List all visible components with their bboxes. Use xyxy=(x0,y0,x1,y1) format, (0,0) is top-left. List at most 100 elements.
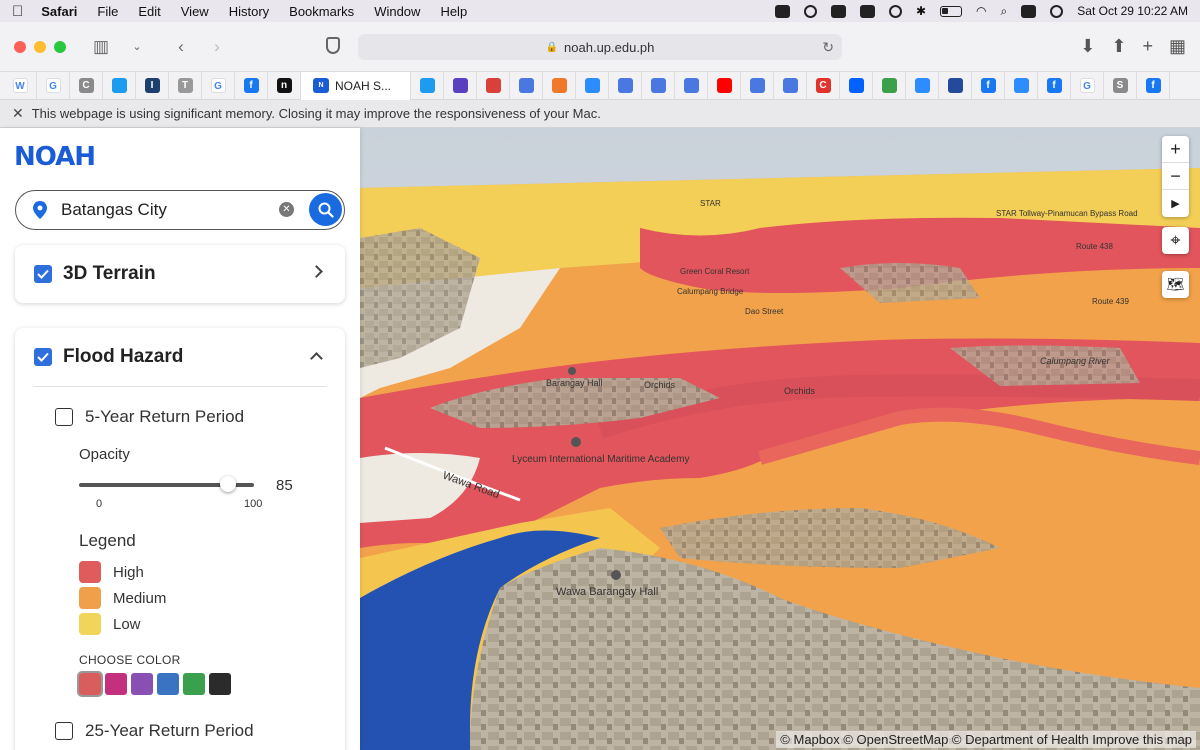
new-tab-icon[interactable]: + xyxy=(1142,36,1153,57)
spotlight-icon[interactable]: ⌕ xyxy=(1001,4,1008,19)
bookmark-docs[interactable] xyxy=(741,71,774,100)
camera-icon[interactable] xyxy=(774,4,790,18)
color-option-black[interactable] xyxy=(209,673,231,695)
tab-noah[interactable]: N NOAH S... xyxy=(301,71,411,100)
privacy-shield-icon[interactable] xyxy=(326,37,340,54)
flood-hazard-header[interactable]: Flood Hazard xyxy=(15,328,345,386)
opacity-slider-thumb[interactable] xyxy=(219,476,236,492)
reload-icon[interactable]: ↻ xyxy=(822,39,834,56)
color-option-purple[interactable] xyxy=(131,673,153,695)
bookmark-site-red[interactable] xyxy=(477,71,510,100)
bookmark-facebook[interactable]: f xyxy=(1038,71,1071,100)
bookmark-facebook[interactable]: f xyxy=(1137,71,1170,100)
bookmark-docs[interactable] xyxy=(609,71,642,100)
share-icon[interactable]: ⬆ xyxy=(1111,36,1126,57)
color-option-red[interactable] xyxy=(77,671,103,697)
bookmark-inq[interactable] xyxy=(939,71,972,100)
return-period-25[interactable]: 25-Year Return Period xyxy=(55,721,254,741)
clear-search-icon[interactable]: ✕ xyxy=(279,202,294,217)
bookmark-youtube[interactable] xyxy=(708,71,741,100)
battery-icon[interactable] xyxy=(940,5,963,17)
barangay-hall-icon[interactable] xyxy=(568,367,576,375)
map-layers-icon[interactable]: 🗺 xyxy=(1162,271,1189,298)
zoom-window-icon[interactable] xyxy=(54,40,66,53)
bookmark-site-s[interactable]: S xyxy=(1104,71,1137,100)
menu-help[interactable]: Help xyxy=(440,4,467,19)
bookmark-wikipedia[interactable]: W xyxy=(4,71,37,100)
apple-icon[interactable]:  xyxy=(12,3,23,20)
bookmark-facebook[interactable]: f xyxy=(972,71,1005,100)
search-input[interactable] xyxy=(61,200,261,220)
bookmark-twitter[interactable] xyxy=(103,71,136,100)
clock[interactable]: Sat Oct 29 10:22 AM xyxy=(1077,4,1188,18)
opacity-slider[interactable] xyxy=(79,476,254,492)
tab-overview-icon[interactable]: ▦ xyxy=(1169,36,1186,57)
compass-button[interactable]: ▶ xyxy=(1162,190,1189,217)
bookmark-docs[interactable] xyxy=(774,71,807,100)
bookmark-google[interactable]: G xyxy=(37,71,70,100)
menu-bookmarks[interactable]: Bookmarks xyxy=(289,4,354,19)
color-option-blue[interactable] xyxy=(157,673,179,695)
menu-history[interactable]: History xyxy=(229,4,269,19)
bookmark-twitter[interactable] xyxy=(411,71,444,100)
close-window-icon[interactable] xyxy=(14,40,26,53)
sidebar-toggle-icon[interactable]: ▥ xyxy=(88,36,114,58)
noah-logo[interactable]: NOAH xyxy=(14,142,96,172)
bookmark-zoom[interactable] xyxy=(576,71,609,100)
bookmark-docs[interactable] xyxy=(675,71,708,100)
bookmark-mail[interactable] xyxy=(444,71,477,100)
bookmark-site-dark[interactable]: n xyxy=(268,71,301,100)
bookmark-site-i[interactable]: I xyxy=(136,71,169,100)
terrain-header[interactable]: 3D Terrain xyxy=(15,245,345,303)
forward-icon[interactable]: › xyxy=(204,36,230,58)
siri-icon[interactable] xyxy=(1050,4,1064,18)
control-center-icon[interactable] xyxy=(1021,4,1037,18)
play-icon[interactable] xyxy=(888,4,902,18)
geolocate-icon[interactable]: ⌖ xyxy=(1162,227,1189,254)
bookmark-site-c-red[interactable]: C xyxy=(807,71,840,100)
url-text[interactable]: noah.up.edu.ph xyxy=(564,40,654,55)
menu-file[interactable]: File xyxy=(97,4,118,19)
bookmark-google[interactable]: G xyxy=(1071,71,1104,100)
wifi-icon[interactable]: ◠ xyxy=(976,4,986,18)
back-icon[interactable]: ‹ xyxy=(168,36,194,58)
bookmark-site-orange[interactable] xyxy=(543,71,576,100)
bookmark-site-c[interactable]: C xyxy=(70,71,103,100)
menu-app[interactable]: Safari xyxy=(41,4,77,19)
menu-window[interactable]: Window xyxy=(374,4,420,19)
bookmark-dropbox[interactable] xyxy=(840,71,873,100)
address-bar[interactable]: 🔒 noah.up.edu.ph ↻ xyxy=(358,34,842,60)
dropbox-icon[interactable] xyxy=(859,4,875,18)
terrain-checkbox[interactable] xyxy=(34,265,52,283)
color-option-magenta[interactable] xyxy=(105,673,127,695)
menu-view[interactable]: View xyxy=(181,4,209,19)
bookmark-recycle[interactable] xyxy=(873,71,906,100)
app-icon[interactable] xyxy=(830,4,846,18)
return-period-5[interactable]: 5-Year Return Period xyxy=(55,407,244,427)
messenger-icon[interactable] xyxy=(803,4,817,18)
bookmark-site-t[interactable]: T xyxy=(169,71,202,100)
menu-edit[interactable]: Edit xyxy=(138,4,160,19)
school-icon[interactable] xyxy=(571,437,581,447)
minimize-window-icon[interactable] xyxy=(34,40,46,53)
close-icon[interactable]: ✕ xyxy=(12,105,24,122)
bluetooth-icon[interactable]: ✱ xyxy=(916,4,926,18)
chevron-right-icon[interactable] xyxy=(310,265,323,278)
search-button[interactable] xyxy=(309,193,342,226)
chevron-up-icon[interactable] xyxy=(310,352,323,365)
zoom-in-button[interactable]: + xyxy=(1162,136,1189,163)
bookmark-docs[interactable] xyxy=(642,71,675,100)
bookmark-google[interactable]: G xyxy=(202,71,235,100)
flood-hazard-checkbox[interactable] xyxy=(34,348,52,366)
zoom-out-button[interactable]: − xyxy=(1162,163,1189,190)
downloads-icon[interactable]: ⬇ xyxy=(1080,36,1095,57)
bookmark-zoom[interactable] xyxy=(906,71,939,100)
bookmark-docs[interactable] xyxy=(510,71,543,100)
chevron-down-icon[interactable]: ⌄ xyxy=(124,36,150,58)
return-period-25-checkbox[interactable] xyxy=(55,722,73,740)
town-hall-icon[interactable] xyxy=(611,570,621,580)
bookmark-zoom[interactable] xyxy=(1005,71,1038,100)
color-option-green[interactable] xyxy=(183,673,205,695)
return-period-5-checkbox[interactable] xyxy=(55,408,73,426)
bookmark-facebook[interactable]: f xyxy=(235,71,268,100)
